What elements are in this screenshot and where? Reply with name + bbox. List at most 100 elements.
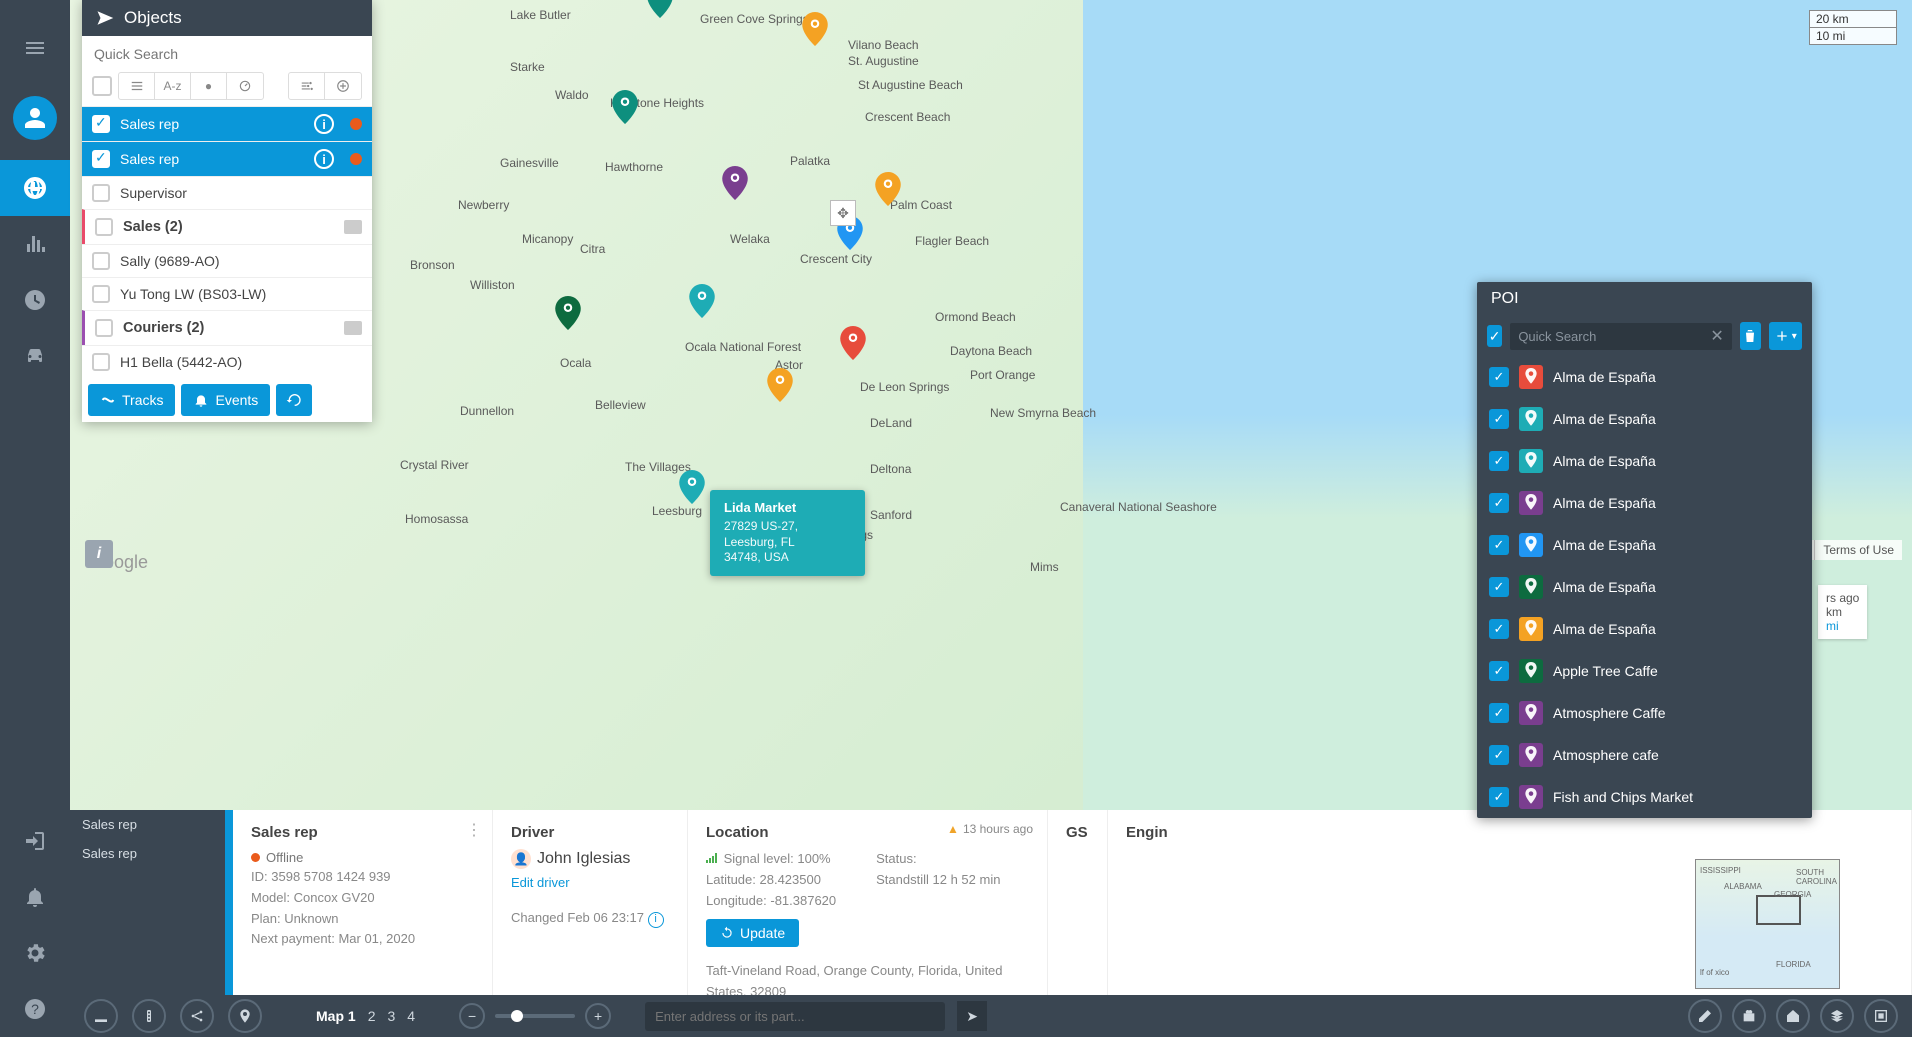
nav-settings-icon[interactable]: [0, 925, 70, 981]
group-checkbox[interactable]: [95, 319, 113, 337]
poi-search-input[interactable]: [1510, 323, 1702, 350]
detail-tab-2[interactable]: Sales rep: [70, 839, 225, 868]
tool-eraser-icon[interactable]: [1688, 999, 1722, 1033]
map-marker[interactable]: [722, 166, 748, 200]
map-page-current[interactable]: Map 1: [316, 1008, 356, 1024]
tool-traffic-icon[interactable]: [132, 999, 166, 1033]
zoom-slider[interactable]: [495, 1014, 575, 1018]
map-marker[interactable]: [802, 12, 828, 46]
map-page-4[interactable]: 4: [407, 1008, 415, 1024]
tool-gift-icon[interactable]: [1732, 999, 1766, 1033]
object-checkbox[interactable]: [92, 252, 110, 270]
info-icon[interactable]: i: [648, 912, 664, 928]
poi-row[interactable]: ✓ Alma de España: [1477, 356, 1812, 398]
sort-alpha-button[interactable]: A-z: [155, 73, 191, 99]
tool-location-icon[interactable]: [228, 999, 262, 1033]
poi-checkbox[interactable]: ✓: [1489, 577, 1509, 597]
poi-row[interactable]: ✓ Alma de España: [1477, 440, 1812, 482]
zoom-out-button[interactable]: −: [459, 1003, 485, 1029]
tool-layers-icon[interactable]: [1820, 999, 1854, 1033]
object-row[interactable]: Sales repi: [82, 141, 372, 176]
minimap[interactable]: ISSISSIPPIALABAMAGEORGIASOUTH CAROLINAFL…: [1695, 859, 1840, 989]
poi-row[interactable]: ✓ Alma de España: [1477, 524, 1812, 566]
map-recenter-button[interactable]: ✥: [830, 200, 856, 226]
tool-home-icon[interactable]: [1776, 999, 1810, 1033]
object-info-icon[interactable]: i: [314, 114, 334, 134]
hamburger-menu-icon[interactable]: [0, 20, 70, 76]
object-row[interactable]: H1 Bella (5442-AO): [82, 345, 372, 378]
poi-checkbox[interactable]: ✓: [1489, 619, 1509, 639]
events-button[interactable]: Events: [181, 384, 270, 416]
poi-checkbox[interactable]: ✓: [1489, 703, 1509, 723]
object-checkbox[interactable]: [92, 150, 110, 168]
address-search-go-icon[interactable]: ➤: [957, 1001, 987, 1031]
poi-row[interactable]: ✓ Alma de España: [1477, 398, 1812, 440]
map-marker[interactable]: [689, 284, 715, 318]
poi-row[interactable]: ✓ Alma de España: [1477, 482, 1812, 524]
tool-fullscreen-icon[interactable]: [1864, 999, 1898, 1033]
map-info-window[interactable]: Lida Market 27829 US-27, Leesburg, FL 34…: [710, 490, 865, 576]
map-info-icon[interactable]: i: [85, 540, 113, 568]
tracks-button[interactable]: Tracks: [88, 384, 175, 416]
poi-checkbox[interactable]: ✓: [1489, 409, 1509, 429]
map-marker[interactable]: [612, 90, 638, 124]
object-row[interactable]: Sales repi: [82, 106, 372, 141]
map-page-3[interactable]: 3: [387, 1008, 395, 1024]
filter-status-icon[interactable]: ●: [191, 73, 227, 99]
user-avatar-button[interactable]: [13, 96, 57, 140]
object-group-header[interactable]: Couriers (2): [82, 310, 372, 345]
poi-checkbox[interactable]: ✓: [1489, 451, 1509, 471]
objects-search-input[interactable]: [82, 36, 372, 72]
edit-driver-link[interactable]: Edit driver: [511, 875, 669, 890]
poi-checkbox[interactable]: ✓: [1489, 745, 1509, 765]
filter-gauge-icon[interactable]: [227, 73, 263, 99]
poi-select-all-checkbox[interactable]: ✓: [1487, 325, 1502, 347]
poi-row[interactable]: ✓ Alma de España: [1477, 608, 1812, 650]
object-info-icon[interactable]: i: [314, 149, 334, 169]
map-page-2[interactable]: 2: [368, 1008, 376, 1024]
poi-row[interactable]: ✓ Atmosphere cafe: [1477, 734, 1812, 776]
map-marker[interactable]: [555, 296, 581, 330]
tool-share-icon[interactable]: [180, 999, 214, 1033]
poi-checkbox[interactable]: ✓: [1489, 367, 1509, 387]
group-checkbox[interactable]: [95, 218, 113, 236]
object-checkbox[interactable]: [92, 285, 110, 303]
object-row[interactable]: Sally (9689-AO): [82, 244, 372, 277]
map-marker[interactable]: [840, 326, 866, 360]
poi-row[interactable]: ✓ Fish and Chips Market: [1477, 776, 1812, 818]
nav-history-icon[interactable]: [0, 272, 70, 328]
group-chat-icon[interactable]: [344, 220, 362, 234]
poi-add-button[interactable]: ▾: [1769, 322, 1802, 350]
object-checkbox[interactable]: [92, 353, 110, 371]
map-marker[interactable]: [679, 470, 705, 504]
object-row[interactable]: Yu Tong LW (BS03-LW): [82, 277, 372, 310]
group-chat-icon[interactable]: [344, 321, 362, 335]
poi-row[interactable]: ✓ Alma de España: [1477, 566, 1812, 608]
nav-reports-icon[interactable]: [0, 216, 70, 272]
map-marker[interactable]: [647, 0, 673, 18]
poi-row[interactable]: ✓ Atmosphere Caffe: [1477, 692, 1812, 734]
detail-tab-1[interactable]: Sales rep: [70, 810, 225, 839]
object-row[interactable]: Supervisor: [82, 176, 372, 209]
zoom-in-button[interactable]: +: [585, 1003, 611, 1029]
poi-checkbox[interactable]: ✓: [1489, 493, 1509, 513]
update-button[interactable]: Update: [706, 919, 799, 947]
nav-notifications-icon[interactable]: [0, 869, 70, 925]
add-object-icon[interactable]: [325, 73, 361, 99]
detail-object-menu-icon[interactable]: ⋮: [466, 820, 482, 840]
objects-select-all-checkbox[interactable]: [92, 76, 112, 96]
poi-delete-button[interactable]: [1740, 322, 1761, 350]
nav-login-icon[interactable]: [0, 813, 70, 869]
address-search-input[interactable]: [645, 1002, 945, 1031]
poi-search-clear-icon[interactable]: ✕: [1702, 326, 1731, 346]
nav-help-icon[interactable]: ?: [0, 981, 70, 1037]
attrib-terms[interactable]: Terms of Use: [1814, 540, 1902, 560]
object-checkbox[interactable]: [92, 115, 110, 133]
nav-fleet-icon[interactable]: [0, 328, 70, 384]
poi-checkbox[interactable]: ✓: [1489, 535, 1509, 555]
poi-checkbox[interactable]: ✓: [1489, 787, 1509, 807]
tool-ruler-icon[interactable]: [84, 999, 118, 1033]
object-group-header[interactable]: Sales (2): [82, 209, 372, 244]
map-marker[interactable]: [767, 368, 793, 402]
poi-checkbox[interactable]: ✓: [1489, 661, 1509, 681]
